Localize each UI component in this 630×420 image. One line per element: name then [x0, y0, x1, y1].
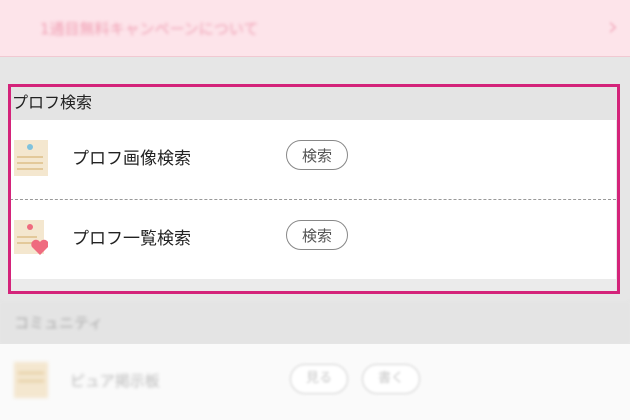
community-header: コミュニティ [0, 302, 630, 344]
section-header: プロフ検索 [10, 86, 616, 120]
community-post-button[interactable]: 書く [362, 364, 420, 394]
profile-list-search-button[interactable]: 検索 [286, 220, 348, 250]
section-footer [10, 279, 616, 291]
profile-list-search-row[interactable]: プロフ一覧検索 検索 [10, 199, 616, 279]
community-view-button[interactable]: 見る [290, 364, 348, 394]
profile-search-section: プロフ検索 プロフ画像検索 検索 プロフ一覧検索 検索 [10, 86, 616, 291]
profile-list-heart-icon [14, 220, 48, 255]
chevron-right-icon: › [607, 12, 618, 42]
top-banner-text: 1通目無料キャンペーンについて [40, 20, 259, 38]
top-banner[interactable]: 1通目無料キャンペーンについて › [0, 0, 630, 57]
profile-list-search-label: プロフ一覧検索 [72, 229, 191, 249]
profile-image-search-button[interactable]: 検索 [286, 140, 348, 170]
board-icon [14, 362, 48, 398]
profile-image-search-label: プロフ画像検索 [72, 149, 191, 169]
community-row-label: ピュア掲示板 [70, 372, 160, 390]
community-row[interactable]: ピュア掲示板 見る 書く [0, 344, 630, 420]
community-section: コミュニティ ピュア掲示板 見る 書く [0, 302, 630, 420]
profile-card-icon [14, 140, 48, 176]
profile-image-search-row[interactable]: プロフ画像検索 検索 [10, 120, 616, 199]
